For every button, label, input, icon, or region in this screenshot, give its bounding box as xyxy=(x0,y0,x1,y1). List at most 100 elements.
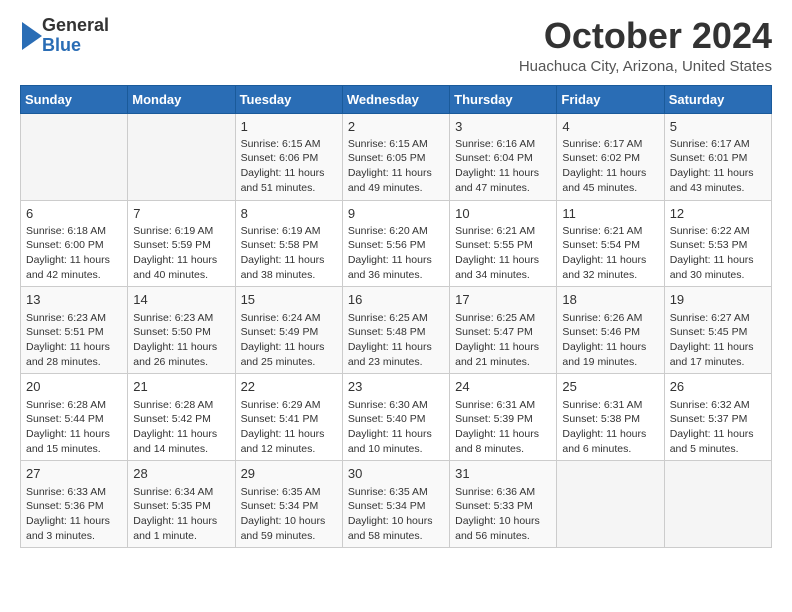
day-info: Sunrise: 6:25 AMSunset: 5:47 PMDaylight:… xyxy=(455,311,551,370)
day-info: Sunrise: 6:27 AMSunset: 5:45 PMDaylight:… xyxy=(670,311,766,370)
col-header-saturday: Saturday xyxy=(664,85,771,113)
day-cell: 7Sunrise: 6:19 AMSunset: 5:59 PMDaylight… xyxy=(128,200,235,287)
day-info: Sunrise: 6:25 AMSunset: 5:48 PMDaylight:… xyxy=(348,311,444,370)
day-cell: 24 Sunrise: 6:31 AMSunset: 5:39 PMDayligh… xyxy=(450,374,557,461)
header: General Blue October 2024 Huachuca City,… xyxy=(20,16,772,75)
day-info: Sunrise: 6:23 AMSunset: 5:50 PMDaylight:… xyxy=(133,311,229,370)
day-info: Sunrise: 6:29 AMSunset: 5:41 PMDaylight:… xyxy=(241,398,337,457)
day-number: 1 xyxy=(241,118,337,136)
day-info: Sunrise: 6:32 AMSunset: 5:37 PMDaylight:… xyxy=(670,398,766,457)
day-info: Sunrise: 6:24 AMSunset: 5:49 PMDaylight:… xyxy=(241,311,337,370)
day-cell: 18Sunrise: 6:26 AMSunset: 5:46 PMDayligh… xyxy=(557,287,664,374)
day-number: 7 xyxy=(133,205,229,223)
day-cell: 22 Sunrise: 6:29 AMSunset: 5:41 PMDayligh… xyxy=(235,374,342,461)
logo: General Blue xyxy=(20,16,109,56)
week-row-2: 6Sunrise: 6:18 AMSunset: 6:00 PMDaylight… xyxy=(21,200,772,287)
day-cell: 3Sunrise: 6:16 AMSunset: 6:04 PMDaylight… xyxy=(450,113,557,200)
week-row-1: 1Sunrise: 6:15 AMSunset: 6:06 PMDaylight… xyxy=(21,113,772,200)
day-number: 9 xyxy=(348,205,444,223)
week-row-4: 20 Sunrise: 6:28 AMSunset: 5:44 PMDayligh… xyxy=(21,374,772,461)
day-cell: 30 Sunrise: 6:35 AMSunset: 5:34 PMDayligh… xyxy=(342,461,449,548)
day-info: Sunrise: 6:35 AMSunset: 5:34 PMDaylight:… xyxy=(241,485,337,544)
day-number: 19 xyxy=(670,291,766,309)
day-cell: 17 Sunrise: 6:25 AMSunset: 5:47 PMDayligh… xyxy=(450,287,557,374)
day-cell: 29 Sunrise: 6:35 AMSunset: 5:34 PMDayligh… xyxy=(235,461,342,548)
day-cell: 26 Sunrise: 6:32 AMSunset: 5:37 PMDayligh… xyxy=(664,374,771,461)
day-info: Sunrise: 6:21 AMSunset: 5:54 PMDaylight:… xyxy=(562,224,658,283)
day-number: 30 xyxy=(348,465,444,483)
day-number: 20 xyxy=(26,378,122,396)
calendar-table: SundayMondayTuesdayWednesdayThursdayFrid… xyxy=(20,85,772,549)
day-cell: 5Sunrise: 6:17 AMSunset: 6:01 PMDaylight… xyxy=(664,113,771,200)
day-number: 17 xyxy=(455,291,551,309)
day-info: Sunrise: 6:17 AMSunset: 6:02 PMDaylight:… xyxy=(562,137,658,196)
col-header-friday: Friday xyxy=(557,85,664,113)
day-number: 22 xyxy=(241,378,337,396)
day-number: 8 xyxy=(241,205,337,223)
logo-icon xyxy=(22,22,42,50)
week-row-3: 13 Sunrise: 6:23 AMSunset: 5:51 PMDayligh… xyxy=(21,287,772,374)
day-info: Sunrise: 6:26 AMSunset: 5:46 PMDaylight:… xyxy=(562,311,658,370)
day-cell: 31Sunrise: 6:36 AMSunset: 5:33 PMDayligh… xyxy=(450,461,557,548)
day-cell: 12Sunrise: 6:22 AMSunset: 5:53 PMDayligh… xyxy=(664,200,771,287)
location: Huachuca City, Arizona, United States xyxy=(519,58,772,75)
day-info: Sunrise: 6:35 AMSunset: 5:34 PMDaylight:… xyxy=(348,485,444,544)
day-cell: 6Sunrise: 6:18 AMSunset: 6:00 PMDaylight… xyxy=(21,200,128,287)
day-number: 26 xyxy=(670,378,766,396)
day-cell xyxy=(557,461,664,548)
day-number: 5 xyxy=(670,118,766,136)
day-info: Sunrise: 6:31 AMSunset: 5:39 PMDaylight:… xyxy=(455,398,551,457)
day-info: Sunrise: 6:31 AMSunset: 5:38 PMDaylight:… xyxy=(562,398,658,457)
col-header-thursday: Thursday xyxy=(450,85,557,113)
day-cell: 16 Sunrise: 6:25 AMSunset: 5:48 PMDayligh… xyxy=(342,287,449,374)
logo-text: General Blue xyxy=(42,16,109,56)
day-cell: 4Sunrise: 6:17 AMSunset: 6:02 PMDaylight… xyxy=(557,113,664,200)
day-info: Sunrise: 6:28 AMSunset: 5:44 PMDaylight:… xyxy=(26,398,122,457)
day-cell: 2Sunrise: 6:15 AMSunset: 6:05 PMDaylight… xyxy=(342,113,449,200)
day-number: 27 xyxy=(26,465,122,483)
day-number: 6 xyxy=(26,205,122,223)
day-info: Sunrise: 6:21 AMSunset: 5:55 PMDaylight:… xyxy=(455,224,551,283)
day-info: Sunrise: 6:28 AMSunset: 5:42 PMDaylight:… xyxy=(133,398,229,457)
day-number: 29 xyxy=(241,465,337,483)
day-number: 28 xyxy=(133,465,229,483)
page: General Blue October 2024 Huachuca City,… xyxy=(0,0,792,564)
day-number: 10 xyxy=(455,205,551,223)
col-header-tuesday: Tuesday xyxy=(235,85,342,113)
day-info: Sunrise: 6:30 AMSunset: 5:40 PMDaylight:… xyxy=(348,398,444,457)
day-number: 3 xyxy=(455,118,551,136)
calendar-header: SundayMondayTuesdayWednesdayThursdayFrid… xyxy=(21,85,772,113)
day-info: Sunrise: 6:23 AMSunset: 5:51 PMDaylight:… xyxy=(26,311,122,370)
day-number: 14 xyxy=(133,291,229,309)
day-cell: 13 Sunrise: 6:23 AMSunset: 5:51 PMDayligh… xyxy=(21,287,128,374)
day-number: 15 xyxy=(241,291,337,309)
day-info: Sunrise: 6:19 AMSunset: 5:58 PMDaylight:… xyxy=(241,224,337,283)
header-row: SundayMondayTuesdayWednesdayThursdayFrid… xyxy=(21,85,772,113)
day-cell: 25Sunrise: 6:31 AMSunset: 5:38 PMDayligh… xyxy=(557,374,664,461)
day-info: Sunrise: 6:20 AMSunset: 5:56 PMDaylight:… xyxy=(348,224,444,283)
day-info: Sunrise: 6:36 AMSunset: 5:33 PMDaylight:… xyxy=(455,485,551,544)
day-cell xyxy=(128,113,235,200)
col-header-sunday: Sunday xyxy=(21,85,128,113)
col-header-monday: Monday xyxy=(128,85,235,113)
day-number: 11 xyxy=(562,205,658,223)
day-cell: 11Sunrise: 6:21 AMSunset: 5:54 PMDayligh… xyxy=(557,200,664,287)
title-block: October 2024 Huachuca City, Arizona, Uni… xyxy=(519,16,772,75)
day-info: Sunrise: 6:18 AMSunset: 6:00 PMDaylight:… xyxy=(26,224,122,283)
month-title: October 2024 xyxy=(519,16,772,56)
day-number: 16 xyxy=(348,291,444,309)
day-number: 24 xyxy=(455,378,551,396)
day-cell: 19 Sunrise: 6:27 AMSunset: 5:45 PMDayligh… xyxy=(664,287,771,374)
logo-blue: Blue xyxy=(42,35,81,55)
day-number: 23 xyxy=(348,378,444,396)
day-number: 2 xyxy=(348,118,444,136)
day-number: 4 xyxy=(562,118,658,136)
day-number: 13 xyxy=(26,291,122,309)
day-info: Sunrise: 6:15 AMSunset: 6:05 PMDaylight:… xyxy=(348,137,444,196)
day-cell: 9Sunrise: 6:20 AMSunset: 5:56 PMDaylight… xyxy=(342,200,449,287)
day-cell: 8Sunrise: 6:19 AMSunset: 5:58 PMDaylight… xyxy=(235,200,342,287)
day-info: Sunrise: 6:34 AMSunset: 5:35 PMDaylight:… xyxy=(133,485,229,544)
day-cell: 20 Sunrise: 6:28 AMSunset: 5:44 PMDayligh… xyxy=(21,374,128,461)
day-cell: 23 Sunrise: 6:30 AMSunset: 5:40 PMDayligh… xyxy=(342,374,449,461)
day-cell: 10Sunrise: 6:21 AMSunset: 5:55 PMDayligh… xyxy=(450,200,557,287)
